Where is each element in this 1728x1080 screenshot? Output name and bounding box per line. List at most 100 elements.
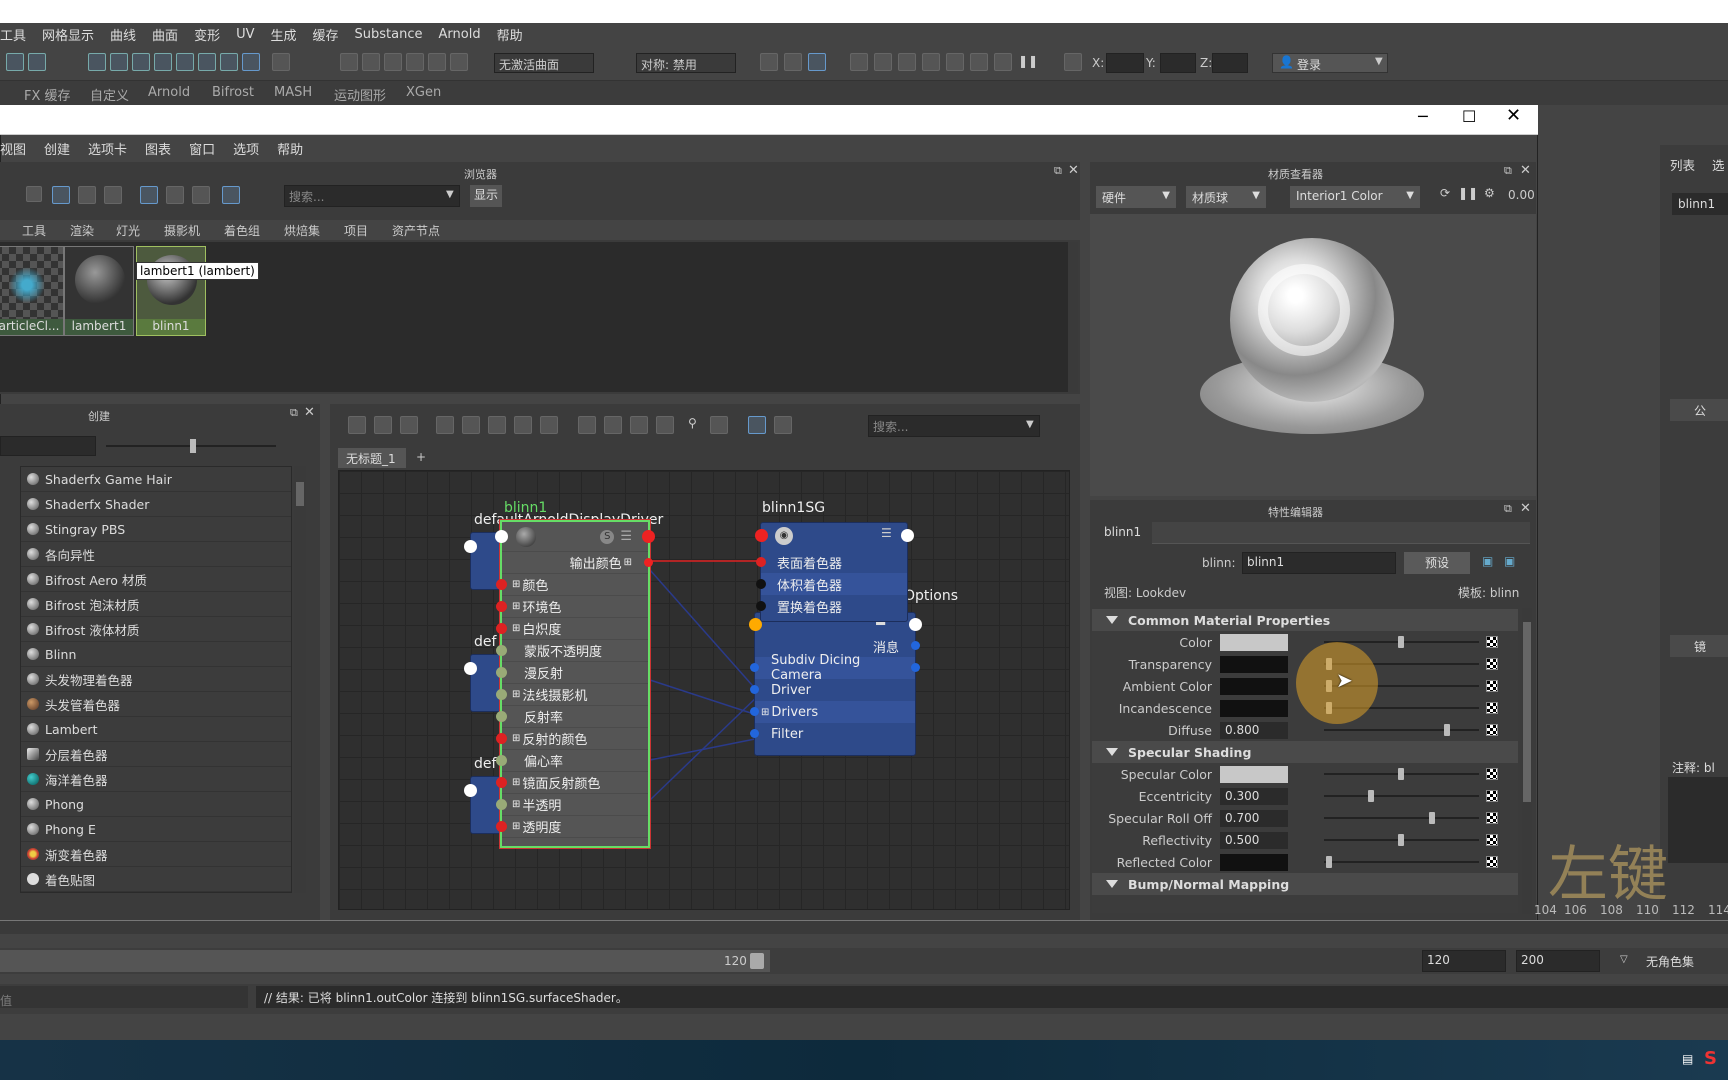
preset-button[interactable]: 预设: [1404, 552, 1470, 574]
expand-icon[interactable]: ⊞: [512, 623, 520, 634]
expand-icon[interactable]: ⊞: [512, 821, 520, 832]
slider-knob[interactable]: [1398, 834, 1404, 846]
chevron-down-icon[interactable]: ▽: [1620, 954, 1628, 965]
expand-icon[interactable]: ⊞: [512, 579, 520, 590]
sg-attr-row[interactable]: 表面着色器: [756, 551, 907, 573]
refresh-icon[interactable]: ⟳: [1440, 186, 1450, 200]
slider-knob[interactable]: [1368, 790, 1374, 802]
notification-icon[interactable]: ▤: [1682, 1052, 1693, 1066]
command-input[interactable]: [0, 986, 248, 1008]
section-bump-normal[interactable]: Bump/Normal Mapping: [1092, 873, 1518, 895]
shape-dropdown[interactable]: 材质球 ▼: [1186, 186, 1266, 208]
range-end-field[interactable]: 200: [1516, 950, 1600, 972]
node-attr-row[interactable]: ⊞ 环境色: [496, 596, 648, 618]
focus-icon[interactable]: ▣: [1482, 554, 1493, 568]
attr-row-color[interactable]: Color: [1092, 631, 1518, 653]
map-button-icon[interactable]: [1486, 702, 1498, 714]
node-attr-row[interactable]: ⊞ 透明度: [496, 816, 648, 838]
attr-slider[interactable]: [1324, 856, 1479, 868]
panel-close-icon[interactable]: ✕: [1520, 501, 1531, 516]
float-icon[interactable]: ⧉: [1504, 164, 1512, 178]
input-port[interactable]: [496, 601, 507, 612]
expand-icon[interactable]: ⊞: [512, 777, 520, 788]
attr-row-reflected-color[interactable]: Reflected Color: [1092, 851, 1518, 873]
slider-knob[interactable]: [1398, 768, 1404, 780]
input-port[interactable]: [496, 777, 507, 788]
expand-icon[interactable]: ⊞: [512, 601, 520, 612]
input-port[interactable]: [756, 601, 766, 611]
input-port[interactable]: [495, 530, 508, 543]
node-menu-icon[interactable]: ☰: [620, 529, 632, 544]
settings-icon[interactable]: ⚙: [1484, 186, 1495, 200]
input-port[interactable]: [750, 729, 759, 738]
options-attr-row[interactable]: Driver: [750, 679, 915, 701]
input-port[interactable]: [750, 663, 759, 672]
attr-row-reflectivity[interactable]: Reflectivity 0.500: [1092, 829, 1518, 851]
input-port[interactable]: [496, 799, 507, 810]
node-output-row[interactable]: 输出颜色 ⊞: [502, 552, 653, 574]
attr-row-diffuse[interactable]: Diffuse 0.800: [1092, 719, 1518, 741]
pause-icon[interactable]: ❚❚: [1458, 186, 1478, 200]
expand-icon[interactable]: ⊞: [512, 799, 520, 810]
sg-attr-row[interactable]: 置换着色器: [756, 595, 907, 617]
node-attr-row[interactable]: 漫反射: [496, 662, 648, 684]
value-field[interactable]: 0.300: [1220, 787, 1288, 805]
slider-knob[interactable]: [1429, 812, 1435, 824]
node-attr-row[interactable]: 反射率: [496, 706, 648, 728]
node-attr-row[interactable]: 偏心率: [496, 750, 648, 772]
input-port[interactable]: [496, 689, 507, 700]
output-port[interactable]: [911, 641, 920, 650]
attr-row-eccentricity[interactable]: Eccentricity 0.300: [1092, 785, 1518, 807]
shading-icon[interactable]: S: [600, 529, 615, 544]
map-button-icon[interactable]: [1486, 834, 1498, 846]
options-attr-row[interactable]: Filter: [750, 723, 915, 745]
options-attr-row[interactable]: ⊞ Drivers: [750, 701, 915, 723]
attr-slider[interactable]: [1324, 834, 1479, 846]
attr-row-specular-roll-off[interactable]: Specular Roll Off 0.700: [1092, 807, 1518, 829]
input-port[interactable]: [496, 733, 507, 744]
node-attr-row[interactable]: ⊞ 颜色: [496, 574, 648, 596]
attr-slider[interactable]: [1324, 768, 1479, 780]
options-attr-row[interactable]: Subdiv Dicing Camera: [750, 653, 920, 683]
attr-slider[interactable]: [1324, 812, 1479, 824]
renderer-dropdown[interactable]: 硬件 ▼: [1096, 186, 1176, 208]
map-button-icon[interactable]: [1486, 680, 1498, 692]
options-node[interactable]: ▬ 消息 Subdiv Dicing Camera Driver ⊞ Driver…: [749, 612, 922, 756]
float-icon[interactable]: ⧉: [1504, 502, 1512, 516]
light-dropdown[interactable]: Interior1 Color ▼: [1290, 186, 1420, 208]
input-port[interactable]: [496, 711, 507, 722]
node-attr-row[interactable]: ⊞ 法线摄影机: [496, 684, 648, 706]
slider-knob[interactable]: [1444, 724, 1450, 736]
input-port[interactable]: [496, 623, 507, 634]
material-preview-viewport[interactable]: [1090, 214, 1536, 496]
color-swatch[interactable]: [1220, 853, 1288, 871]
input-port[interactable]: [750, 685, 759, 694]
attr-slider[interactable]: [1324, 790, 1479, 802]
range-slider[interactable]: 120: [0, 950, 770, 972]
expand-icon[interactable]: ⊞: [512, 689, 520, 700]
character-set-dropdown[interactable]: 无角色集: [1646, 953, 1694, 970]
node-menu-icon[interactable]: ☰: [881, 526, 892, 540]
attr-row-specular-color[interactable]: Specular Color: [1092, 763, 1518, 785]
expand-icon[interactable]: ⊞: [761, 707, 769, 718]
output-port[interactable]: [644, 558, 653, 567]
app-tray-icon[interactable]: S: [1704, 1048, 1717, 1069]
blinn1-node[interactable]: S ☰ 输出颜色 ⊞ ⊞ 颜色 ⊞ 环境色 ⊞ 白炽度 蒙版不透明度 漫反射 ⊞ 法线摄影…: [495, 520, 655, 848]
node-attr-row[interactable]: ⊞ 镜面反射颜色: [496, 772, 648, 794]
input-port[interactable]: [750, 707, 759, 716]
map-button-icon[interactable]: [1486, 790, 1498, 802]
range-start-field[interactable]: 120: [1422, 950, 1506, 972]
sg-attr-row[interactable]: 体积着色器: [756, 573, 907, 595]
scroll-thumb[interactable]: [1523, 622, 1531, 802]
input-port[interactable]: [755, 529, 768, 542]
map-button-icon[interactable]: [1486, 812, 1498, 824]
value-field[interactable]: 0.700: [1220, 809, 1288, 827]
output-port[interactable]: [464, 662, 477, 675]
output-port[interactable]: [909, 618, 922, 631]
input-port[interactable]: [496, 755, 507, 766]
input-port[interactable]: [496, 821, 507, 832]
output-port[interactable]: [901, 529, 914, 542]
output-port[interactable]: [642, 530, 655, 543]
attr-tab-blinn1[interactable]: blinn1: [1096, 522, 1152, 544]
color-swatch[interactable]: [1220, 655, 1288, 673]
